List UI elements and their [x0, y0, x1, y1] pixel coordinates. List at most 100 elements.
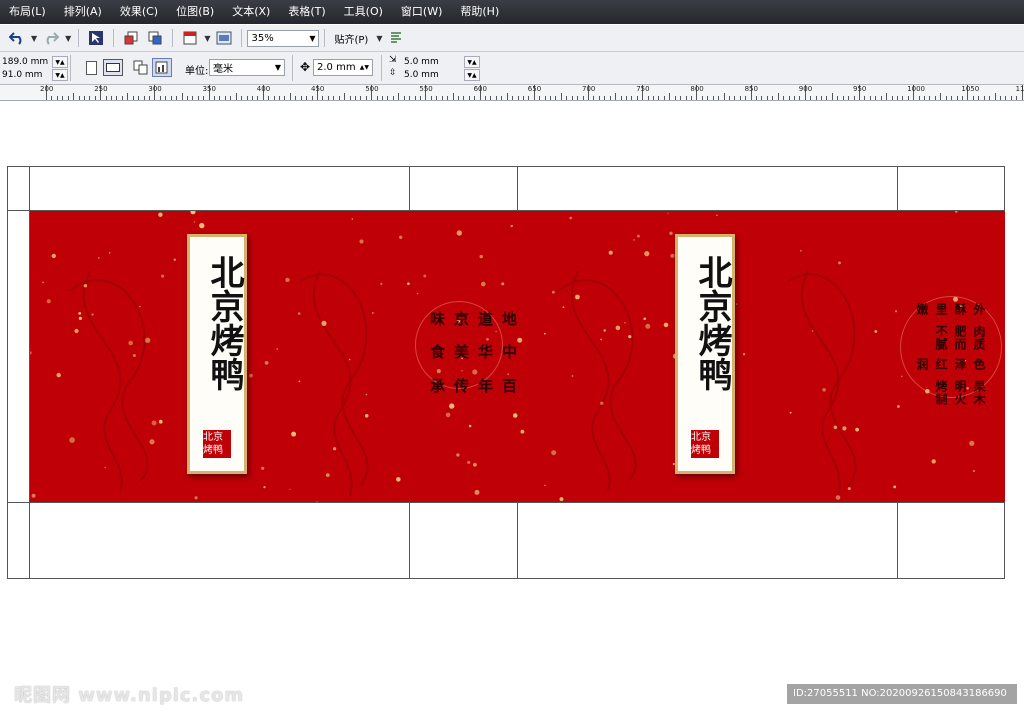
gold-speckle	[833, 425, 838, 430]
ruler-minor-tick	[495, 96, 497, 100]
ruler-minor-tick	[365, 96, 367, 100]
ruler-minor-tick	[430, 96, 432, 100]
product-title: 北京烤鸭	[692, 255, 732, 391]
gold-speckle	[407, 282, 410, 285]
publish-dropdown-icon[interactable]: ▼	[204, 34, 210, 43]
undo-button[interactable]	[6, 28, 28, 48]
ruler-minor-tick	[902, 96, 904, 100]
ruler-minor-tick	[756, 96, 758, 100]
ruler-minor-tick	[815, 96, 817, 100]
ruler-minor-tick	[566, 96, 568, 100]
ruler-minor-tick	[392, 96, 394, 100]
ruler-tick-label: 600	[473, 85, 487, 93]
ruler-minor-tick	[387, 96, 389, 100]
drawing-canvas[interactable]: 北京烤鸭 北京 烤鸭 北京烤鸭 北京 烤鸭 百年传承 中华美食 地道京味 果木明…	[0, 101, 1024, 714]
gold-speckle	[633, 239, 635, 241]
object-height-field[interactable]: 91.0 mm	[2, 69, 42, 81]
ruler-minor-tick	[853, 96, 855, 100]
gold-speckle	[473, 462, 477, 467]
ruler-minor-tick	[165, 96, 167, 100]
gold-speckle	[893, 485, 897, 489]
title-label-card[interactable]: 北京烤鸭 北京 烤鸭	[187, 234, 247, 474]
ruler-minor-tick	[127, 93, 129, 100]
ruler-minor-tick	[848, 96, 850, 100]
gold-speckle	[372, 312, 374, 314]
duplicate-y-field[interactable]: 5.0 mm	[404, 69, 439, 81]
redo-button[interactable]	[40, 28, 62, 48]
ruler-tick-label: 300	[148, 85, 162, 93]
gold-speckle	[842, 426, 847, 431]
duplicate-x-icon: ⇲	[389, 55, 397, 65]
ruler-minor-tick	[1010, 96, 1012, 100]
menu-tools[interactable]: 工具(O)	[335, 0, 392, 24]
gold-speckle	[551, 450, 557, 456]
zoom-level-select[interactable]: 35% ▼	[247, 29, 320, 47]
gold-speckle	[132, 354, 136, 357]
gold-speckle	[559, 497, 564, 502]
ruler-minor-tick	[680, 96, 682, 100]
all-pages-icon[interactable]	[133, 60, 149, 79]
duplicate-x-field[interactable]: 5.0 mm	[404, 56, 439, 68]
gold-speckle	[456, 453, 460, 457]
menu-effects[interactable]: 效果(C)	[111, 0, 167, 24]
gold-speckle	[261, 466, 265, 470]
undo-dropdown-icon[interactable]: ▼	[31, 34, 37, 43]
portrait-icon[interactable]	[86, 61, 97, 75]
ruler-minor-tick	[718, 96, 720, 100]
nudge-distance-field[interactable]: 2.0 mm ▲▼	[313, 59, 373, 76]
ruler-tick-label: 950	[853, 85, 867, 93]
title-label-card[interactable]: 北京烤鸭 北京 烤鸭	[675, 234, 735, 474]
menu-bitmap[interactable]: 位图(B)	[167, 0, 223, 24]
ruler-minor-tick	[197, 96, 199, 100]
site-watermark: 昵图网 www.nipic.com	[14, 685, 245, 706]
duplicate-x-spinner[interactable]: ▼▲	[464, 56, 480, 68]
ruler-minor-tick	[896, 96, 898, 100]
fold-line	[7, 502, 1005, 503]
ruler-minor-tick	[214, 96, 216, 100]
app-launcher-icon[interactable]	[213, 28, 235, 48]
gold-speckle	[51, 253, 56, 259]
redo-dropdown-icon[interactable]: ▼	[65, 34, 71, 43]
export-icon[interactable]	[144, 28, 166, 48]
menu-help[interactable]: 帮助(H)	[451, 0, 508, 24]
ruler-tick-label: 550	[419, 85, 433, 93]
width-spinner[interactable]: ▼▲	[52, 56, 68, 68]
height-spinner[interactable]: ▼▲	[52, 69, 68, 81]
publish-pdf-icon[interactable]	[179, 28, 201, 48]
gold-speckle	[456, 230, 462, 236]
menu-window[interactable]: 窗口(W)	[392, 0, 451, 24]
ruler-minor-tick	[653, 96, 655, 100]
import-icon[interactable]	[120, 28, 142, 48]
side-slogan-line: 中华美食	[428, 344, 518, 364]
ruler-minor-tick	[257, 96, 259, 100]
ruler-minor-tick	[831, 93, 833, 100]
menu-text[interactable]: 文本(X)	[223, 0, 279, 24]
ruler-minor-tick	[506, 93, 508, 100]
separator	[70, 55, 71, 81]
ruler-minor-tick	[403, 96, 405, 100]
gold-speckle	[562, 306, 565, 308]
ruler-minor-tick	[880, 96, 882, 100]
options-icon[interactable]	[385, 28, 407, 48]
gold-speckle	[835, 495, 841, 500]
unit-select[interactable]: 毫米 ▼	[209, 59, 285, 76]
ruler-minor-tick	[246, 96, 248, 100]
object-width-field[interactable]: 189.0 mm	[2, 56, 48, 68]
current-page-button[interactable]	[152, 58, 172, 77]
ruler-minor-tick	[436, 96, 438, 100]
gold-speckle	[316, 501, 318, 502]
gold-speckle	[624, 322, 626, 324]
ruler-minor-tick	[522, 96, 524, 100]
gold-speckle	[520, 429, 525, 434]
menu-arrange[interactable]: 排列(A)	[55, 0, 111, 24]
landscape-button[interactable]	[103, 59, 123, 76]
menu-layout[interactable]: 布局(L)	[0, 0, 55, 24]
side-description-line: 外酥里嫩	[915, 303, 986, 316]
duplicate-y-spinner[interactable]: ▼▲	[464, 69, 480, 81]
horizontal-ruler[interactable]: 200 250 300 350 400 450 500 550 600 650 700 750 800 8…	[0, 85, 1024, 101]
menu-table[interactable]: 表格(T)	[279, 0, 334, 24]
snap-dropdown-icon[interactable]: ▼	[376, 34, 382, 43]
snap-to-menu[interactable]: 贴齐(P)	[334, 31, 368, 46]
gold-speckle	[608, 250, 613, 255]
pick-tool-icon[interactable]	[85, 28, 107, 48]
